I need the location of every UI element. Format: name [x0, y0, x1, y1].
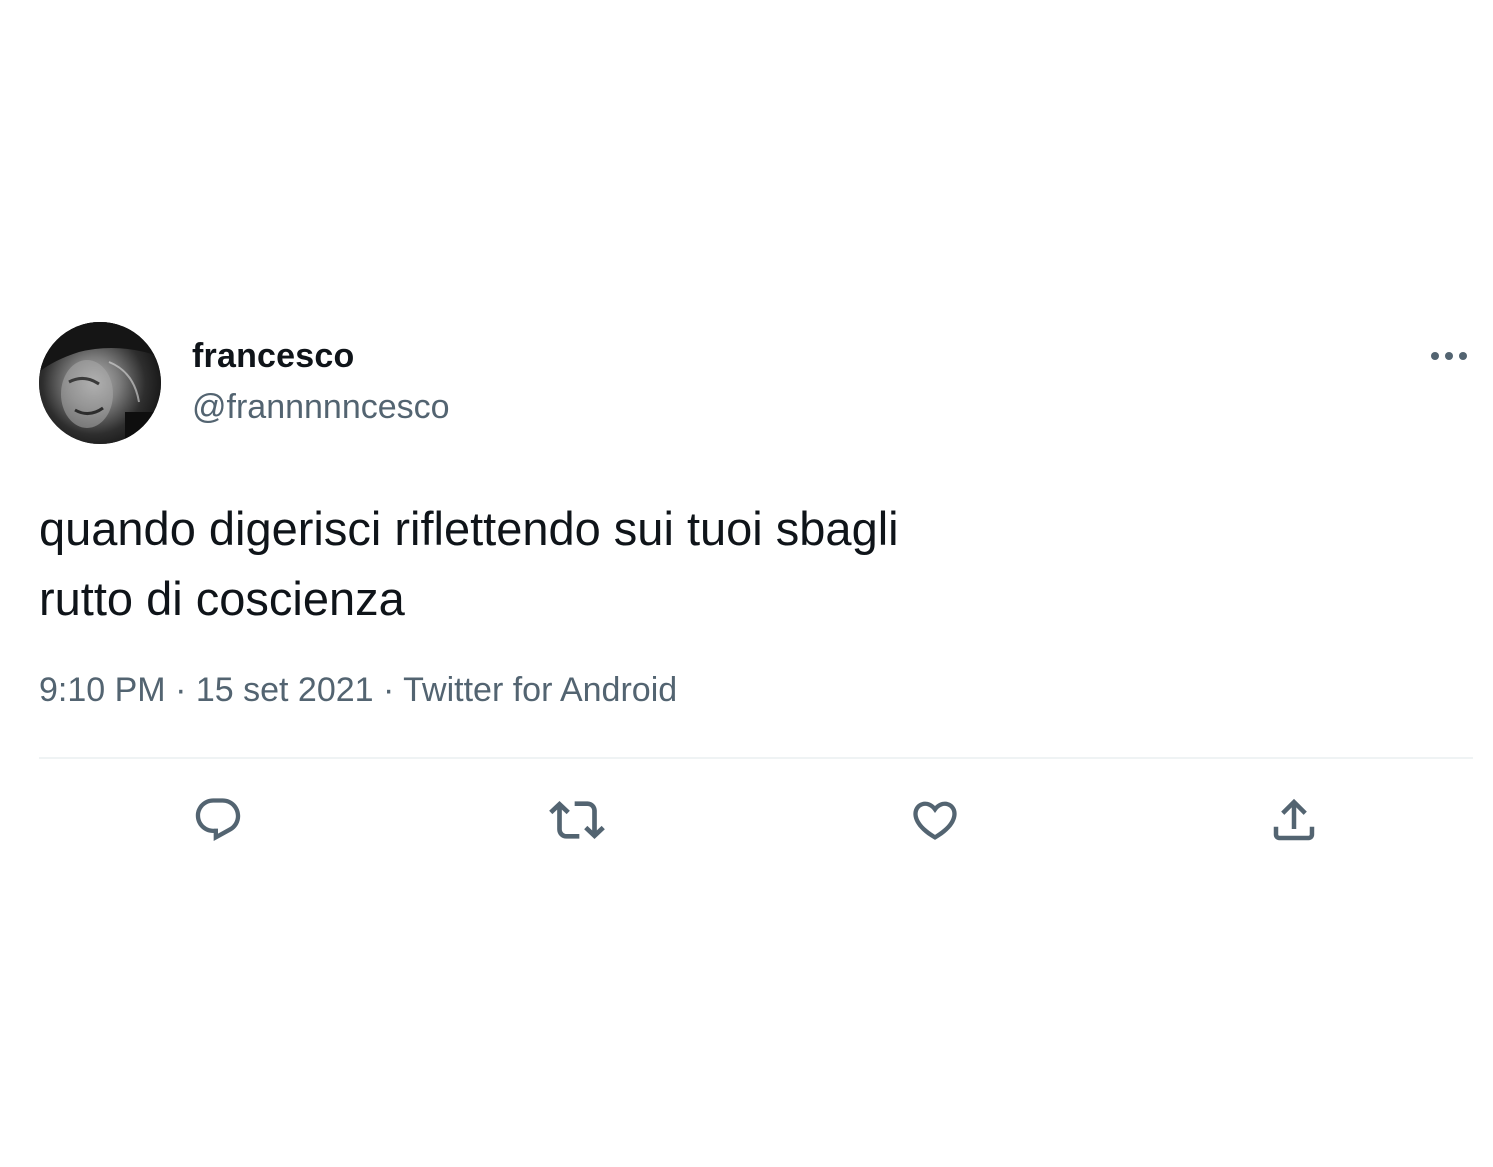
tweet-source[interactable]: Twitter for Android: [403, 671, 677, 709]
retweet-button[interactable]: [547, 790, 607, 850]
meta-separator: ·: [165, 671, 196, 709]
meta-separator: ·: [373, 671, 404, 709]
reply-bubble-icon: [195, 798, 241, 842]
user-handle[interactable]: @frannnnncesco: [192, 388, 450, 427]
share-button[interactable]: [1264, 790, 1324, 850]
like-button[interactable]: [905, 790, 965, 850]
tweet-time[interactable]: 9:10 PM: [39, 671, 166, 709]
tweet-metadata: 9:10 PM · 15 set 2021 · Twitter for Andr…: [39, 671, 677, 710]
reply-button[interactable]: [188, 790, 248, 850]
tweet-card: francesco @frannnnncesco quando digerisc…: [0, 0, 1493, 1167]
tweet-date[interactable]: 15 set 2021: [196, 671, 374, 709]
more-horizontal-icon[interactable]: [1426, 343, 1472, 369]
divider: [39, 757, 1473, 759]
avatar-photo: [39, 322, 161, 444]
avatar[interactable]: [39, 322, 161, 444]
tweet-text-line: quando digerisci riflettendo sui tuoi sb…: [39, 502, 899, 555]
tweet-text-line: rutto di coscienza: [39, 572, 405, 625]
display-name[interactable]: francesco: [192, 337, 354, 376]
heart-icon: [913, 801, 957, 840]
share-upload-icon: [1273, 798, 1315, 841]
tweet-text: quando digerisci riflettendo sui tuoi sb…: [39, 494, 1459, 634]
retweet-icon: [549, 801, 605, 839]
